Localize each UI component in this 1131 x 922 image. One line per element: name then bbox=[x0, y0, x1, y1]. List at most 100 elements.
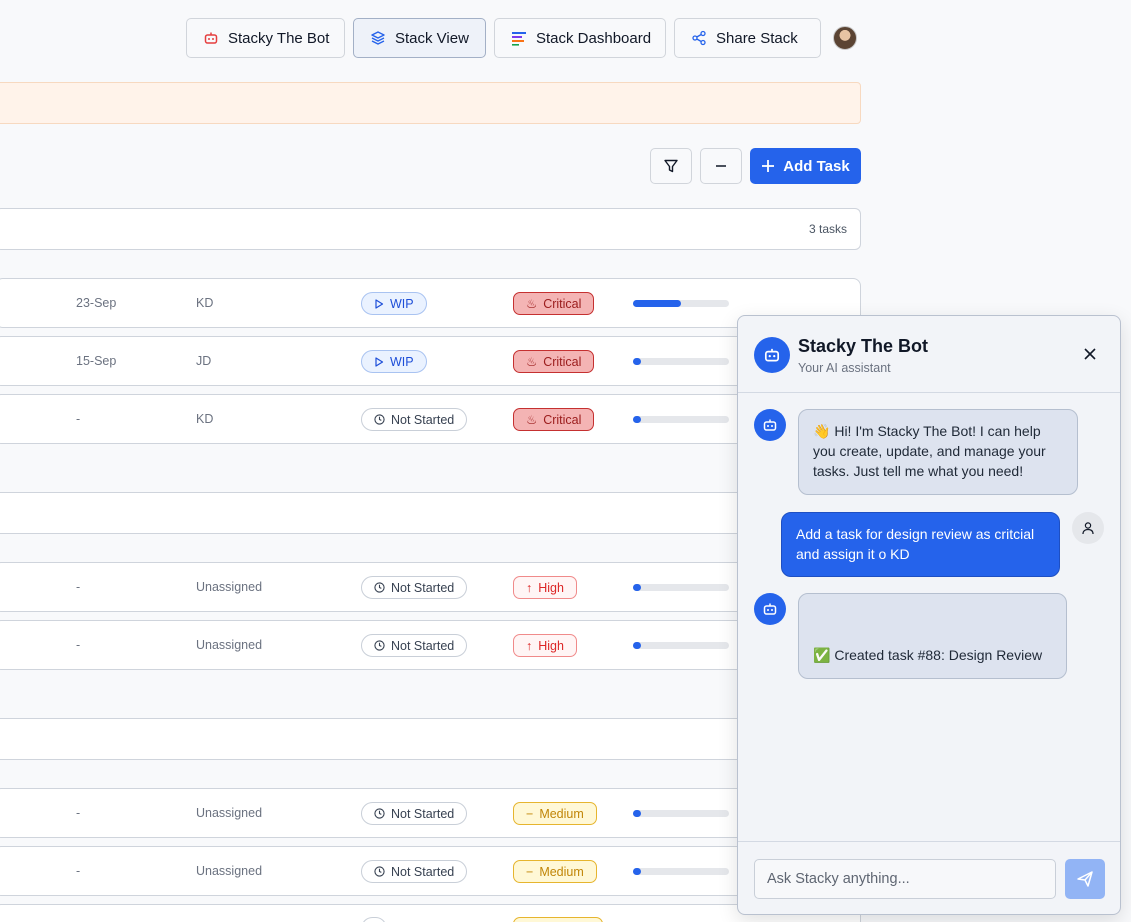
status-badge[interactable]: WIP bbox=[361, 292, 427, 315]
filter-button[interactable] bbox=[650, 148, 692, 184]
table-row[interactable]: - Unassigned Not Started ↑ High bbox=[0, 562, 861, 612]
share-stack-button[interactable]: Share Stack bbox=[674, 18, 821, 58]
priority-label: High bbox=[538, 638, 564, 653]
send-icon bbox=[1077, 871, 1093, 887]
share-stack-label: Share Stack bbox=[716, 29, 798, 47]
arrow-up-icon: ↑ bbox=[526, 580, 533, 595]
priority-label: Medium bbox=[539, 806, 584, 821]
bot-avatar bbox=[754, 337, 790, 373]
bot-icon bbox=[763, 603, 777, 615]
status-badge[interactable] bbox=[361, 917, 387, 922]
clock-icon bbox=[374, 414, 385, 425]
due-date: - bbox=[76, 580, 81, 594]
bot-icon bbox=[764, 348, 780, 362]
notice-banner bbox=[0, 82, 861, 124]
priority-badge[interactable]: − Medium bbox=[513, 802, 597, 825]
priority-label: Critical bbox=[543, 296, 582, 311]
flame-icon: ♨ bbox=[526, 297, 538, 311]
status-badge[interactable]: Not Started bbox=[361, 408, 468, 431]
status-badge[interactable]: Not Started bbox=[361, 576, 468, 599]
status-label: Not Started bbox=[391, 864, 455, 879]
table-row[interactable]: 23-Sep KD WIP ♨ Critical bbox=[0, 278, 861, 328]
filter-icon bbox=[664, 159, 678, 173]
group-header[interactable] bbox=[0, 718, 861, 760]
table-row[interactable]: - Unassigned Not Started ↑ High bbox=[0, 620, 861, 670]
add-task-button[interactable]: Add Task bbox=[750, 148, 861, 184]
due-date: - bbox=[76, 864, 81, 878]
progress-bar bbox=[633, 358, 729, 365]
priority-badge[interactable]: ♨ Critical bbox=[513, 408, 595, 431]
user-avatar bbox=[1072, 512, 1104, 544]
priority-badge[interactable]: ↑ High bbox=[513, 576, 577, 599]
clock-icon bbox=[374, 808, 385, 819]
share-icon bbox=[692, 30, 706, 46]
priority-badge[interactable]: ↑ High bbox=[513, 634, 577, 657]
priority-label: Critical bbox=[543, 412, 582, 427]
bot-avatar bbox=[754, 409, 786, 441]
stack-view-label: Stack View bbox=[395, 29, 469, 47]
progress-bar bbox=[633, 300, 729, 307]
minus-icon: − bbox=[526, 864, 534, 879]
minus-icon: − bbox=[526, 806, 534, 821]
message-text: Add a task for design review as critcial… bbox=[796, 526, 1035, 562]
stack-view-button[interactable]: Stack View bbox=[353, 18, 486, 58]
chat-subtitle: Your AI assistant bbox=[798, 361, 891, 375]
table-row[interactable] bbox=[0, 904, 861, 922]
assignee: Unassigned bbox=[196, 580, 263, 594]
group-header[interactable] bbox=[0, 492, 861, 534]
chat-header: Stacky The Bot Your AI assistant bbox=[738, 316, 1120, 393]
progress-bar bbox=[633, 810, 729, 817]
bot-message: 👋 Hi! I'm Stacky The Bot! I can help you… bbox=[798, 409, 1078, 495]
table-row[interactable]: - KD Not Started ♨ Critical bbox=[0, 394, 861, 444]
priority-label: High bbox=[538, 580, 564, 595]
clock-icon bbox=[374, 582, 385, 593]
progress-fill bbox=[633, 642, 641, 649]
status-label: WIP bbox=[390, 296, 414, 311]
chat-panel: Stacky The Bot Your AI assistant 👋 Hi! I… bbox=[737, 315, 1121, 915]
stack-dashboard-label: Stack Dashboard bbox=[536, 29, 652, 47]
stacky-bot-label: Stacky The Bot bbox=[228, 29, 330, 47]
stack-dashboard-button[interactable]: Stack Dashboard bbox=[494, 18, 666, 58]
close-button[interactable] bbox=[1082, 346, 1098, 362]
status-badge[interactable]: WIP bbox=[361, 350, 427, 373]
table-row[interactable]: - Unassigned Not Started − Medium bbox=[0, 846, 861, 896]
status-badge[interactable]: Not Started bbox=[361, 860, 468, 883]
priority-badge[interactable]: ♨ Critical bbox=[513, 350, 595, 373]
close-icon bbox=[1084, 348, 1096, 360]
priority-badge[interactable]: − Medium bbox=[513, 860, 597, 883]
chat-input[interactable] bbox=[754, 859, 1056, 899]
send-button[interactable] bbox=[1065, 859, 1105, 899]
priority-badge[interactable] bbox=[513, 917, 603, 922]
message-text: Created task #88: Design Review bbox=[834, 647, 1043, 663]
status-badge[interactable]: Not Started bbox=[361, 802, 468, 825]
bars-icon bbox=[512, 32, 526, 46]
flame-icon: ♨ bbox=[526, 413, 538, 427]
due-date: 23-Sep bbox=[76, 296, 117, 310]
status-label: Not Started bbox=[391, 806, 455, 821]
play-icon bbox=[375, 298, 384, 309]
bot-icon bbox=[204, 32, 218, 44]
due-date: - bbox=[76, 806, 81, 820]
progress-fill bbox=[633, 300, 681, 307]
stacky-bot-button[interactable]: Stacky The Bot bbox=[186, 18, 345, 58]
status-badge[interactable]: Not Started bbox=[361, 634, 468, 657]
status-label: Not Started bbox=[391, 638, 455, 653]
user-icon bbox=[1082, 522, 1094, 535]
add-task-label: Add Task bbox=[783, 157, 850, 175]
progress-bar bbox=[633, 416, 729, 423]
bot-avatar bbox=[754, 593, 786, 625]
collapse-button[interactable] bbox=[700, 148, 742, 184]
due-date: 15-Sep bbox=[76, 354, 117, 368]
chat-title: Stacky The Bot bbox=[798, 336, 929, 356]
progress-fill bbox=[633, 358, 641, 365]
due-date: - bbox=[76, 412, 81, 426]
wave-emoji: 👋 bbox=[813, 423, 831, 439]
table-row[interactable]: 15-Sep JD WIP ♨ Critical bbox=[0, 336, 861, 386]
assignee: Unassigned bbox=[196, 864, 263, 878]
list-summary-bar: 3 tasks bbox=[0, 208, 861, 250]
user-avatar[interactable] bbox=[833, 26, 857, 50]
table-row[interactable]: - Unassigned Not Started − Medium bbox=[0, 788, 861, 838]
chat-footer bbox=[738, 841, 1120, 914]
priority-badge[interactable]: ♨ Critical bbox=[513, 292, 595, 315]
progress-fill bbox=[633, 584, 641, 591]
